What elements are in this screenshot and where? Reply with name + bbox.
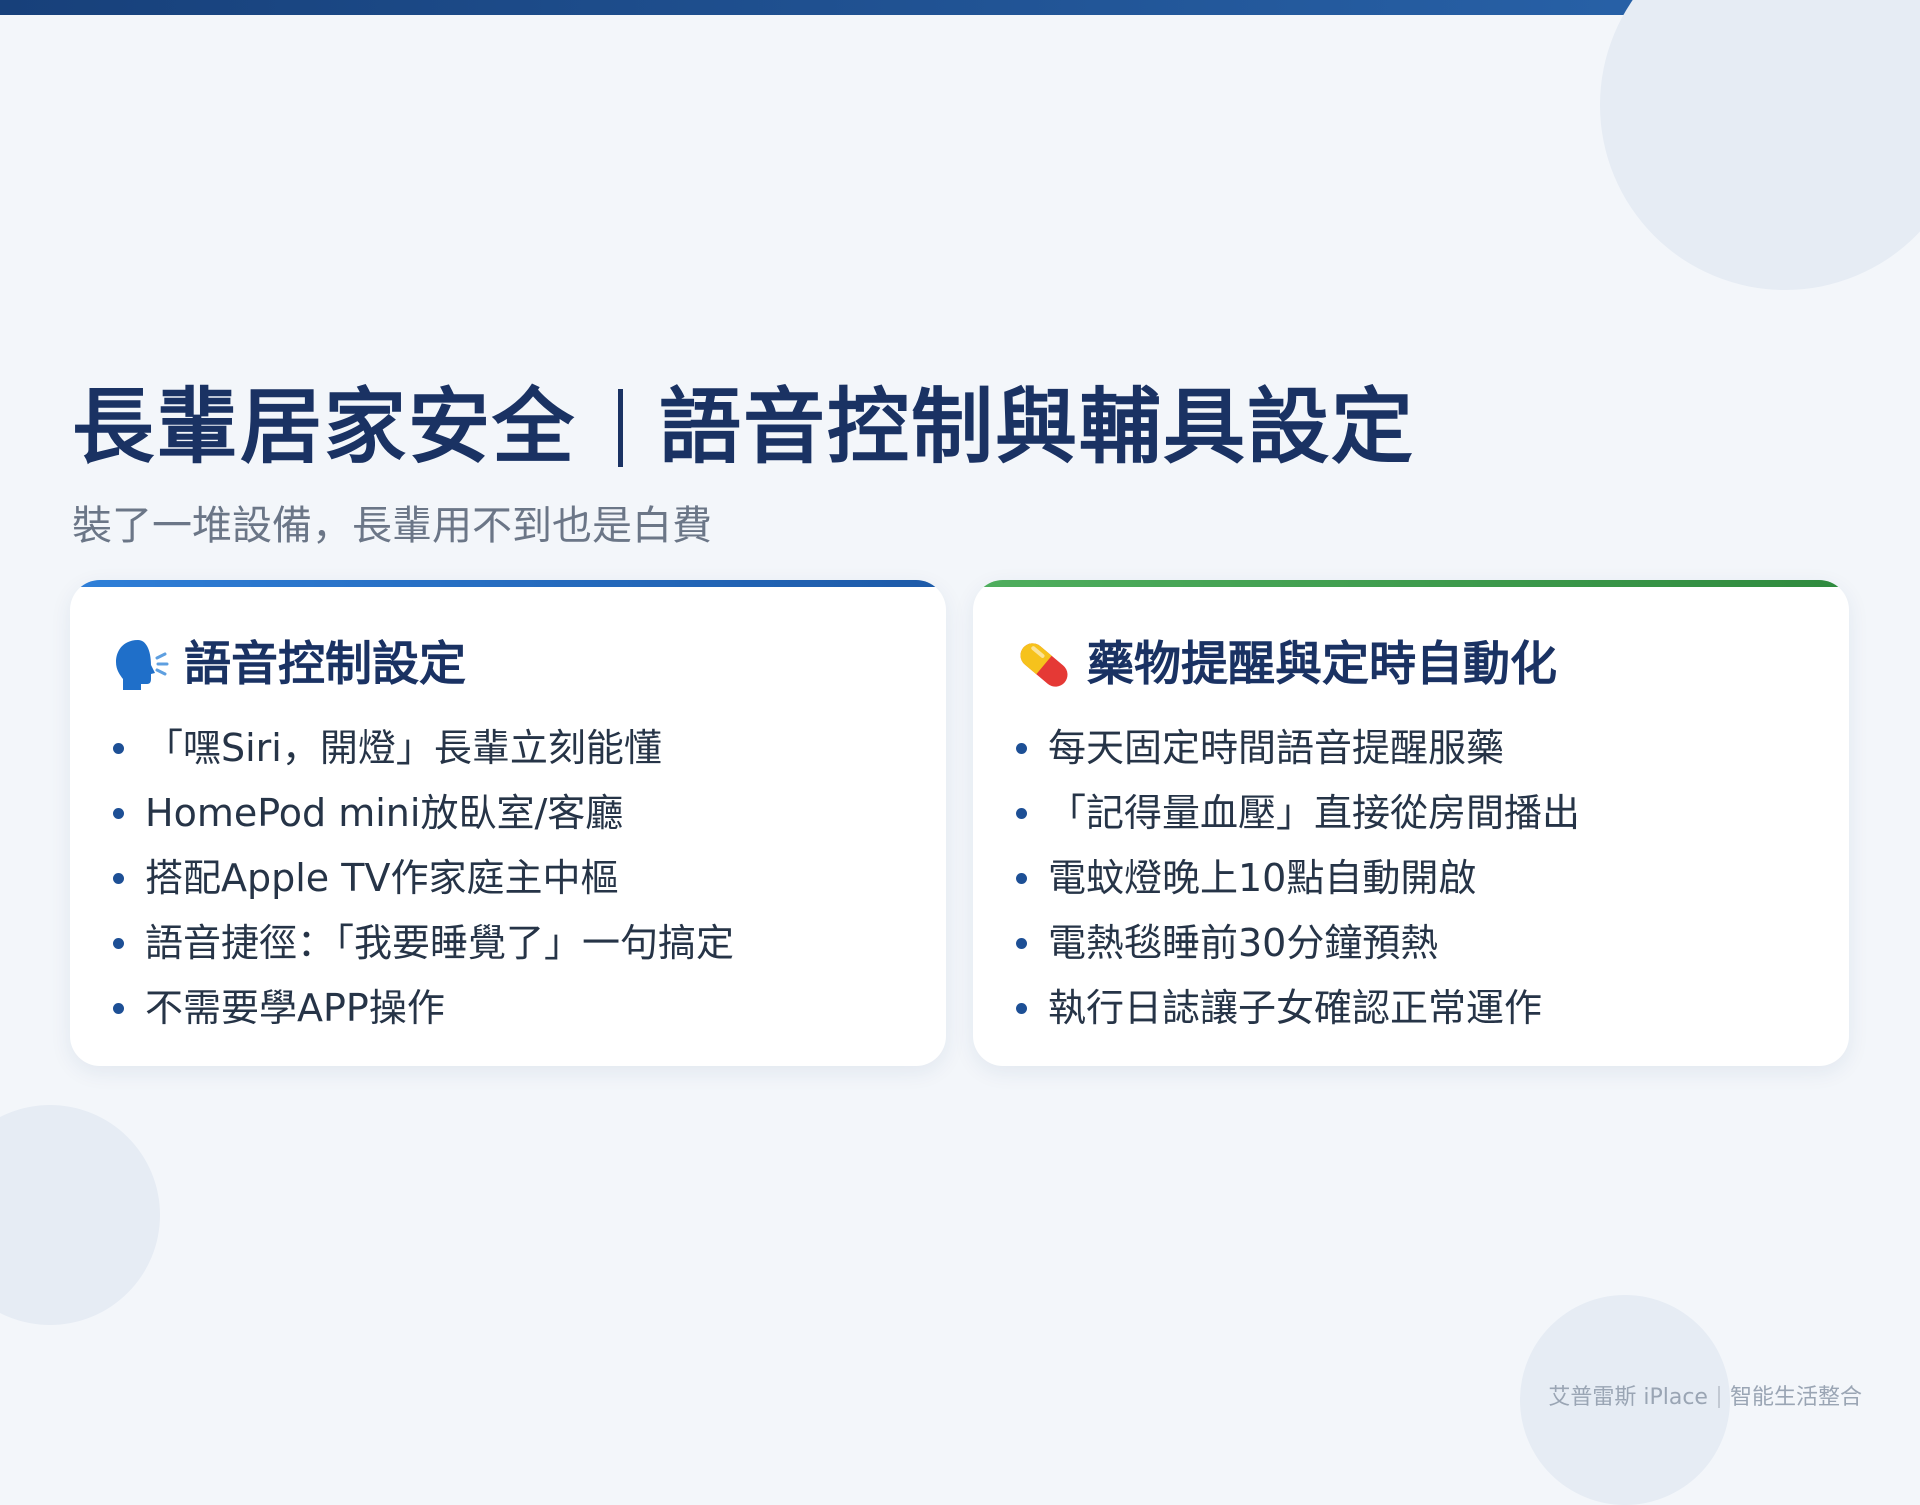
list-item: 電熱毯睡前30分鐘預熱 [1013,911,1580,976]
bullet-dot [1016,938,1027,949]
footer-tagline: 智能生活整合 [1729,1385,1862,1410]
page-title-topic: 語音控制與輔具設定 [659,380,1416,475]
list-item: 每天固定時間語音提醒服藥 [1013,716,1580,781]
bullet-dot [113,743,124,754]
list-item-text: 電蚊燈晚上10點自動開啟 [1048,856,1477,900]
card-header: 藥物提醒與定時自動化 [1013,630,1557,700]
voice-control-list: 「嘿Siri，開燈」長輩立刻能懂 HomePod mini放臥室/客廳 搭配Ap… [110,716,734,1041]
list-item: HomePod mini放臥室/客廳 [110,781,734,846]
card-header: 語音控制設定 [110,630,466,700]
list-item-text: 語音捷徑：「我要睡覺了」一句搞定 [145,921,735,965]
list-item: 不需要學APP操作 [110,976,734,1041]
bullet-dot [113,1003,124,1014]
bullet-dot [113,938,124,949]
list-item: 「嘿Siri，開燈」長輩立刻能懂 [110,716,734,781]
card-title: 語音控制設定 [184,637,466,692]
card-accent-bar [973,580,1849,587]
list-item: 語音捷徑：「我要睡覺了」一句搞定 [110,911,734,976]
speaking-head-icon [110,634,172,696]
page-title-main: 長輩居家安全 [72,380,577,475]
list-item-text: 電熱毯睡前30分鐘預熱 [1048,921,1439,965]
list-item: 電蚊燈晚上10點自動開啟 [1013,846,1580,911]
list-item-text: 每天固定時間語音提醒服藥 [1048,726,1505,770]
bullet-dot [113,873,124,884]
card-title: 藥物提醒與定時自動化 [1087,637,1557,692]
page-subtitle: 裝了一堆設備，長輩用不到也是白費 [72,503,712,549]
title-divider [618,389,624,467]
bullet-dot [113,808,124,819]
list-item: 搭配Apple TV作家庭主中樞 [110,846,734,911]
bullet-dot [1016,808,1027,819]
card-accent-bar [70,580,946,587]
decorative-circle-top-right [1600,0,1920,290]
list-item: 執行日誌讓子女確認正常運作 [1013,976,1580,1041]
bullet-dot [1016,1003,1027,1014]
medication-reminder-list: 每天固定時間語音提醒服藥 「記得量血壓」直接從房間播出 電蚊燈晚上10點自動開啟… [1013,716,1580,1041]
bullet-dot [1016,873,1027,884]
list-item: 「記得量血壓」直接從房間播出 [1013,781,1580,846]
voice-control-card: 語音控制設定 「嘿Siri，開燈」長輩立刻能懂 HomePod mini放臥室/… [70,580,946,1066]
list-item-text: HomePod mini放臥室/客廳 [145,791,624,835]
pill-icon [1013,634,1075,696]
list-item-text: 不需要學APP操作 [145,986,445,1030]
list-item-text: 執行日誌讓子女確認正常運作 [1048,986,1543,1030]
footer-divider [1717,1386,1720,1408]
bullet-dot [1016,743,1027,754]
page-title: 長輩居家安全 語音控制與輔具設定 [72,378,1415,478]
footer: 艾普雷斯 iPlace 智能生活整合 [1548,1380,1862,1416]
list-item-text: 「嘿Siri，開燈」長輩立刻能懂 [145,726,662,770]
footer-brand: 艾普雷斯 iPlace [1548,1385,1708,1410]
list-item-text: 搭配Apple TV作家庭主中樞 [145,856,619,900]
medication-reminder-card: 藥物提醒與定時自動化 每天固定時間語音提醒服藥 「記得量血壓」直接從房間播出 電… [973,580,1849,1066]
list-item-text: 「記得量血壓」直接從房間播出 [1048,791,1581,835]
decorative-circle-bottom-left [0,1105,160,1325]
